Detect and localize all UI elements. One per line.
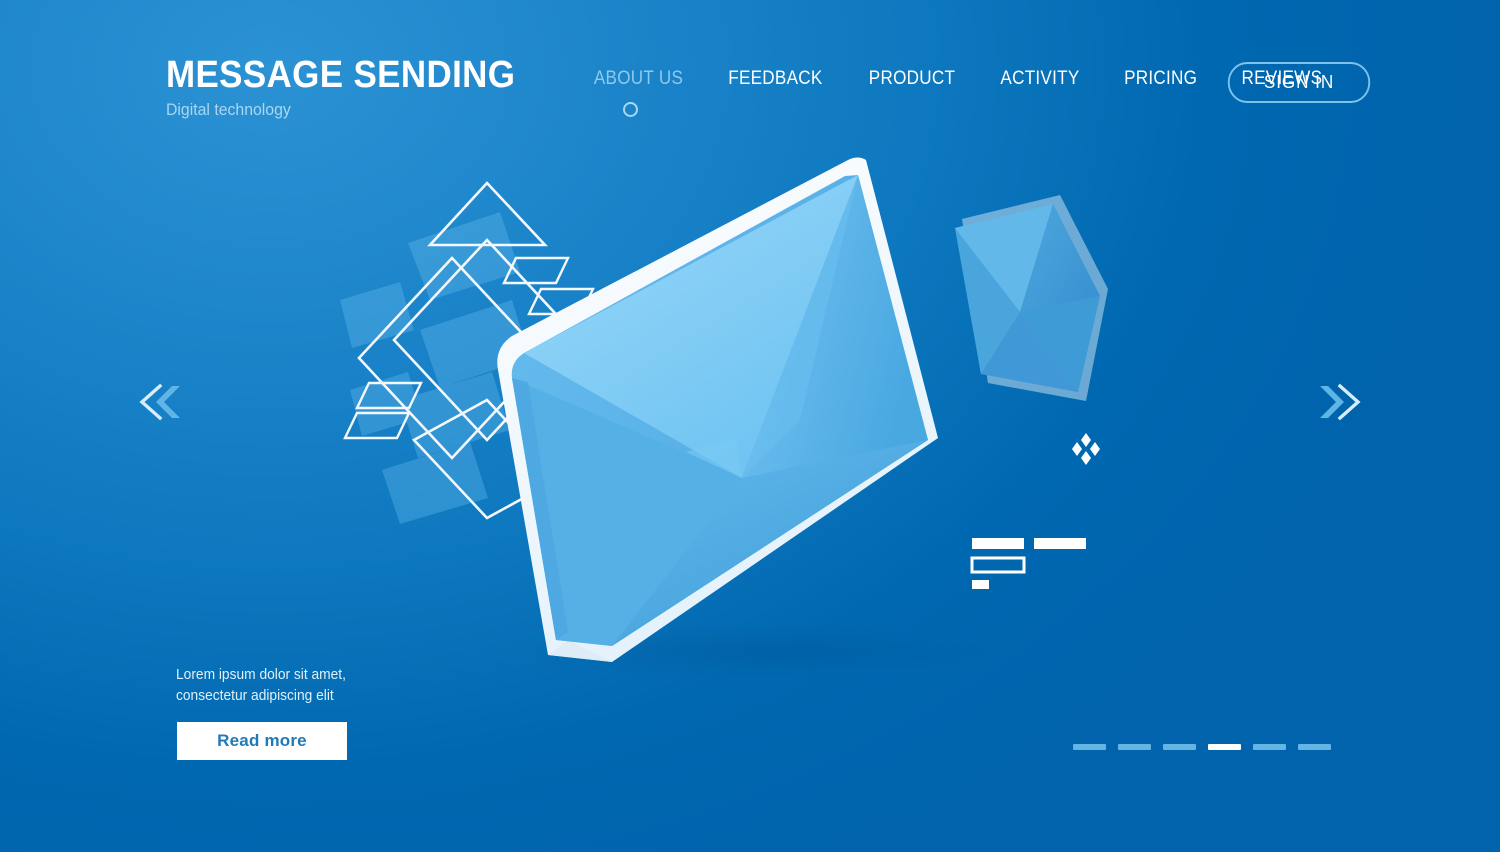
carousel-dash-1[interactable] — [1073, 744, 1106, 750]
read-more-button[interactable]: Read more — [177, 722, 347, 760]
diamond-outline-decoration — [340, 181, 595, 524]
hero-description: Lorem ipsum dolor sit amet, consectetur … — [176, 667, 346, 705]
carousel-dash-4[interactable] — [1208, 744, 1241, 750]
envelope-3d-icon — [497, 157, 938, 662]
nav-item-about-us[interactable]: ABOUT US — [594, 68, 699, 90]
envelope-3d-small-icon — [955, 195, 1108, 401]
site-header: MESSAGE SENDING Digital technology ABOUT… — [0, 0, 1500, 150]
four-diamond-sparkle-icon — [1072, 433, 1100, 465]
brand-subtitle: Digital technology — [166, 100, 291, 119]
nav-item-activity[interactable]: ACTIVITY — [984, 68, 1096, 90]
bar-decoration — [970, 538, 1086, 589]
nav-item-product[interactable]: PRODUCT — [853, 68, 972, 90]
brand-title: MESSAGE SENDING — [166, 54, 516, 96]
nav-item-feedback[interactable]: FEEDBACK — [712, 68, 839, 90]
carousel-next-button[interactable] — [1308, 378, 1370, 426]
brand-logo: MESSAGE SENDING Digital technology — [166, 56, 546, 118]
double-chevron-left-icon — [139, 383, 180, 421]
hero-section: MESSAGE SENDING Digital technology ABOUT… — [0, 0, 1500, 852]
carousel-indicators — [1073, 744, 1331, 750]
carousel-dash-2[interactable] — [1118, 744, 1151, 750]
carousel-dash-5[interactable] — [1253, 744, 1286, 750]
sign-in-button[interactable]: SIGN IN — [1227, 62, 1371, 103]
carousel-dash-6[interactable] — [1298, 744, 1331, 750]
active-nav-indicator-circle-icon — [623, 102, 638, 117]
double-chevron-right-icon — [1320, 383, 1361, 421]
carousel-prev-button[interactable] — [130, 378, 192, 426]
carousel-dash-3[interactable] — [1163, 744, 1196, 750]
nav-item-pricing[interactable]: PRICING — [1108, 68, 1214, 90]
